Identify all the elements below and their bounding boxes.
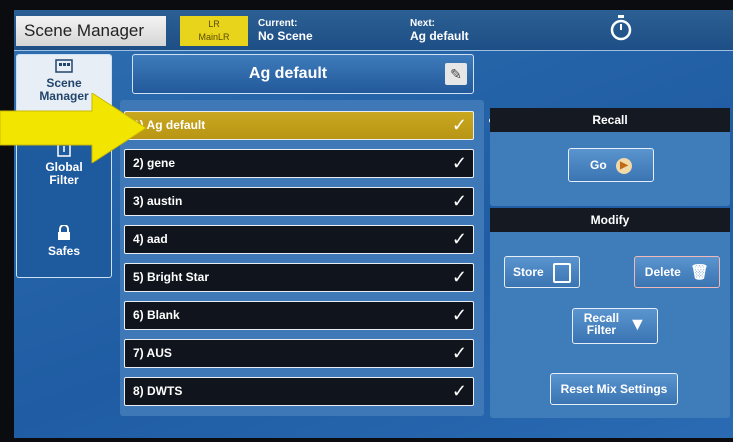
- selected-scene-name: Ag default: [248, 65, 328, 82]
- sidebar-label: Safes: [47, 244, 81, 258]
- current-scene: Current: No Scene: [258, 18, 313, 43]
- scene-row[interactable]: 8) DWTS ✓: [124, 377, 474, 406]
- modify-header: Modify: [490, 208, 730, 232]
- scene-label: 7) AUS: [133, 346, 172, 360]
- next-scene: Next: Ag default: [410, 18, 469, 43]
- scene-row[interactable]: 4) aad ✓: [124, 225, 474, 254]
- scene-row[interactable]: 2) gene ✓: [124, 149, 474, 178]
- recall-panel: Recall Go ▶: [490, 108, 730, 206]
- trash-icon: 🗑: [690, 263, 710, 281]
- current-label: Current:: [258, 18, 298, 29]
- check-icon: ✓: [451, 267, 467, 287]
- scene-row[interactable]: 7) AUS ✓: [124, 339, 474, 368]
- selected-scene-box: Ag default ✎: [132, 54, 474, 94]
- scene-row[interactable]: 5) Bright Star ✓: [124, 263, 474, 292]
- go-button[interactable]: Go ▶: [568, 148, 654, 182]
- scene-manager-icon: [17, 59, 111, 75]
- reset-mix-settings-button[interactable]: Reset Mix Settings: [550, 373, 678, 405]
- lock-icon: [17, 224, 111, 243]
- lr-badge[interactable]: LR MainLR: [180, 16, 248, 46]
- modify-panel: Modify Store Delete 🗑 Recall Filter ▼ Re…: [490, 208, 730, 418]
- scene-row[interactable]: 6) Blank ✓: [124, 301, 474, 330]
- stopwatch-icon[interactable]: [609, 14, 633, 44]
- scene-label: 3) austin: [133, 194, 183, 208]
- check-icon: ✓: [451, 343, 467, 363]
- annotation-arrow: [0, 93, 147, 163]
- current-value: No Scene: [258, 29, 313, 43]
- scene-label: 8) DWTS: [133, 384, 183, 398]
- check-icon: ✓: [451, 305, 467, 325]
- delete-label: Delete: [644, 265, 681, 279]
- scene-label: 5) Bright Star: [133, 270, 210, 284]
- top-bar: Scene Manager LR MainLR Current: No Scen…: [14, 10, 733, 51]
- scene-row[interactable]: 1) Ag default ✓: [124, 111, 474, 140]
- sidebar-label: Filter: [49, 173, 79, 187]
- recall-header: Recall: [490, 108, 730, 132]
- recall-filter-label: Filter: [586, 323, 617, 337]
- store-button[interactable]: Store: [504, 256, 580, 288]
- go-label: Go: [589, 158, 607, 172]
- lr-badge-top: LR: [208, 19, 220, 29]
- scene-label: 6) Blank: [133, 308, 180, 322]
- next-value: Ag default: [410, 29, 469, 43]
- sidebar-item-safes[interactable]: Safes: [17, 221, 111, 258]
- check-icon: ✓: [451, 191, 467, 211]
- store-label: Store: [512, 265, 544, 279]
- delete-button[interactable]: Delete 🗑: [634, 256, 720, 288]
- check-icon: ✓: [451, 115, 467, 135]
- scene-manager-screen: Scene Manager LR MainLR Current: No Scen…: [14, 10, 733, 438]
- scene-list: 1) Ag default ✓ 2) gene ✓ 3) austin ✓ 4)…: [120, 100, 484, 416]
- pencil-icon[interactable]: ✎: [445, 63, 467, 85]
- recall-filter-button[interactable]: Recall Filter ▼: [572, 308, 658, 344]
- check-icon: ✓: [451, 381, 467, 401]
- filter-icon: ▼: [628, 313, 647, 334]
- reset-label: Reset Mix Settings: [560, 382, 668, 396]
- lr-badge-bottom: MainLR: [198, 32, 230, 42]
- sidebar: Scene Manager Global Filter Safes: [16, 54, 112, 278]
- scene-label: 4) aad: [133, 232, 168, 246]
- check-icon: ✓: [451, 153, 467, 173]
- check-icon: ✓: [451, 229, 467, 249]
- scene-row[interactable]: 3) austin ✓: [124, 187, 474, 216]
- app-title: Scene Manager: [16, 16, 166, 46]
- next-label: Next:: [410, 18, 436, 29]
- play-icon: ▶: [616, 157, 632, 174]
- save-icon: [553, 262, 572, 283]
